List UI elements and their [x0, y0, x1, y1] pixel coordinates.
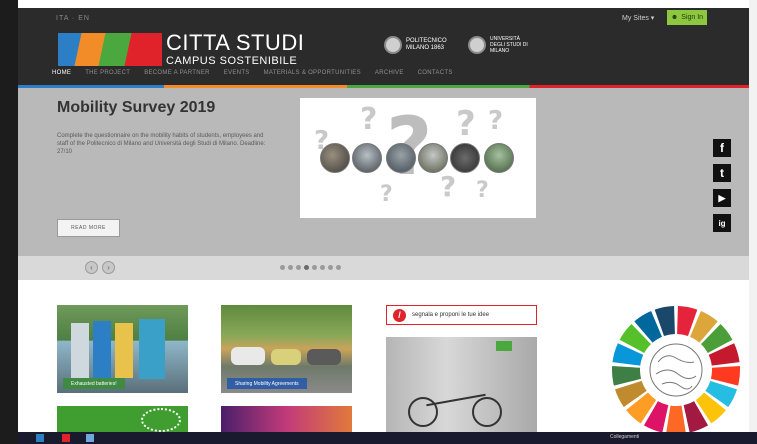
logo-stripes[interactable] [58, 33, 162, 66]
browser-frame-left [0, 0, 18, 444]
tile-colorful-teaser[interactable] [221, 406, 352, 432]
twitter-icon[interactable]: t [713, 164, 731, 182]
unimi-label: UNIVERSITÀ DEGLI STUDI DI MILANO [490, 36, 528, 54]
hero-title: Mobility Survey 2019 [57, 99, 216, 116]
facebook-icon[interactable]: f [713, 139, 731, 157]
slider-dot[interactable] [304, 265, 309, 270]
tile-batteries[interactable]: Exhausted batteries! [57, 305, 188, 393]
site-header: ITA · EN My Sites ▾ ☻ Sign In CITTA STUD… [18, 8, 749, 86]
logo-title[interactable]: CITTA STUDI [166, 32, 304, 54]
report-ideas-label: segnala e proponi le tue idee [412, 312, 490, 318]
youtube-icon[interactable]: ▶ [713, 189, 731, 207]
slider-dots [280, 265, 341, 270]
report-ideas-button[interactable]: / segnala e proponi le tue idee [386, 305, 537, 325]
slider-dot[interactable] [288, 265, 293, 270]
taskbar-connection[interactable]: Collegamenti [610, 434, 639, 440]
windows-start-icon[interactable] [36, 434, 44, 442]
sdg-segment [666, 405, 686, 434]
my-sites-menu[interactable]: My Sites ▾ [622, 14, 654, 22]
browser-frame-right [749, 0, 757, 444]
os-taskbar: Collegamenti [18, 432, 757, 444]
nav-item-events[interactable]: EVENTS [224, 70, 250, 76]
main-nav: HOME THE PROJECT BECOME A PARTNER EVENTS… [52, 70, 453, 76]
slider-dot[interactable] [312, 265, 317, 270]
explorer-icon[interactable] [86, 434, 94, 442]
sign-in-label: Sign In [681, 14, 704, 21]
tile-mobility[interactable]: Sharing Mobility Agreements [221, 305, 352, 393]
tile-bicycle[interactable] [386, 337, 537, 432]
language-switch[interactable]: ITA · EN [56, 15, 90, 22]
slider-dot[interactable] [320, 265, 325, 270]
logo-subtitle: CAMPUS SOSTENIBILE [166, 55, 298, 67]
tile-green-teaser[interactable] [57, 406, 188, 432]
instagram-icon[interactable]: ig [713, 214, 731, 232]
unimi-seal-icon [468, 36, 486, 54]
slider-next-button[interactable]: › [102, 261, 115, 274]
polimi-seal-icon [384, 36, 402, 54]
slider-prev-button[interactable]: ‹ [85, 261, 98, 274]
sign-in-button[interactable]: ☻ Sign In [667, 10, 707, 25]
slider-dot[interactable] [336, 265, 341, 270]
nav-item-contacts[interactable]: CONTACTS [418, 70, 453, 76]
slider-dot[interactable] [280, 265, 285, 270]
tile-mobility-caption: Sharing Mobility Agreements [227, 378, 307, 389]
slider-dot[interactable] [296, 265, 301, 270]
slider-controls: ‹ › [18, 256, 749, 280]
nav-item-archive[interactable]: ARCHIVE [375, 70, 404, 76]
nav-item-home[interactable]: HOME [52, 70, 71, 76]
hero-slider: Mobility Survey 2019 Complete the questi… [18, 88, 749, 256]
nav-item-materials[interactable]: MATERIALS & OPPORTUNITIES [264, 70, 361, 76]
slider-dot[interactable] [328, 265, 333, 270]
hero-text: Complete the questionnaire on the mobili… [57, 133, 266, 155]
read-more-button[interactable]: READ MORE [57, 219, 120, 237]
user-icon: ☻ [670, 14, 679, 21]
nav-item-partner[interactable]: BECOME A PARTNER [144, 70, 210, 76]
unimi-logo[interactable]: UNIVERSITÀ DEGLI STUDI DI MILANO [468, 36, 530, 54]
sdg-wheel-image[interactable] [606, 302, 746, 438]
forbidden-icon: / [393, 308, 406, 322]
polimi-label: POLITECNICO MILANO 1863 [406, 38, 447, 51]
nav-item-project[interactable]: THE PROJECT [85, 70, 130, 76]
app-icon[interactable] [62, 434, 70, 442]
hero-image[interactable]: ? ? ? ? ? ? ? ? [300, 98, 536, 218]
polimi-logo[interactable]: POLITECNICO MILANO 1863 [384, 36, 462, 54]
tile-batteries-caption: Exhausted batteries! [63, 378, 125, 389]
